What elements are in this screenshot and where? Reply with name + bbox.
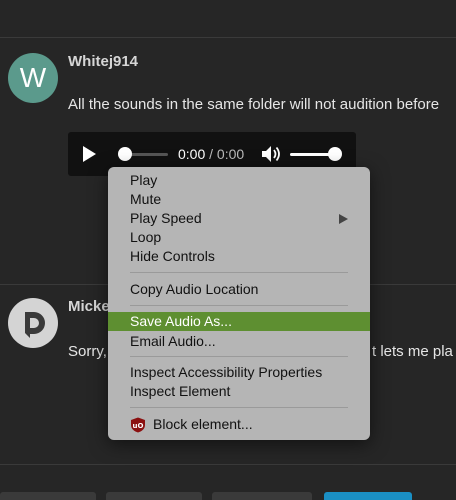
context-menu: Play Mute Play Speed Loop Hide Controls … xyxy=(108,167,370,440)
menu-item-play[interactable]: Play xyxy=(108,171,370,190)
username[interactable]: Micke xyxy=(68,298,110,315)
ublock-shield-icon: uO xyxy=(131,417,145,433)
bottom-button[interactable] xyxy=(212,492,312,500)
menu-item-inspect-accessibility[interactable]: Inspect Accessibility Properties xyxy=(108,363,370,382)
bottom-divider xyxy=(0,464,456,465)
menu-item-hide-controls[interactable]: Hide Controls xyxy=(108,247,370,266)
post-text-trailing: t lets me pla xyxy=(372,343,453,360)
volume-knob[interactable] xyxy=(328,147,342,161)
menu-item-label: Block element... xyxy=(153,416,253,432)
submenu-arrow-icon xyxy=(339,214,348,224)
time-current: 0:00 xyxy=(178,146,206,162)
menu-item-label: Play Speed xyxy=(130,210,202,226)
play-icon[interactable] xyxy=(83,146,96,162)
top-divider xyxy=(0,37,456,38)
menu-item-mute[interactable]: Mute xyxy=(108,190,370,209)
menu-separator xyxy=(130,356,348,357)
menu-item-play-speed[interactable]: Play Speed xyxy=(108,209,370,228)
menu-item-email-audio[interactable]: Email Audio... xyxy=(108,332,370,351)
time-separator: / xyxy=(209,146,214,162)
volume-icon[interactable] xyxy=(261,145,281,163)
post-text: All the sounds in the same folder will n… xyxy=(68,96,440,113)
menu-item-save-audio-as[interactable]: Save Audio As... xyxy=(108,312,370,331)
menu-item-inspect-element[interactable]: Inspect Element xyxy=(108,382,370,401)
time-total: 0:00 xyxy=(216,146,245,162)
menu-item-copy-audio-location[interactable]: Copy Audio Location xyxy=(108,280,370,299)
bottom-button[interactable] xyxy=(106,492,202,500)
avatar-letter: W xyxy=(19,62,47,93)
menu-separator xyxy=(130,305,348,306)
progress-knob[interactable] xyxy=(118,147,132,161)
avatar[interactable]: W xyxy=(8,53,58,103)
post-text: Sorry, xyxy=(68,343,107,360)
bottom-button[interactable] xyxy=(0,492,96,500)
menu-separator xyxy=(130,272,348,273)
svg-text:uO: uO xyxy=(133,422,144,430)
avatar[interactable] xyxy=(8,298,58,348)
reply-button[interactable] xyxy=(324,492,412,500)
menu-item-loop[interactable]: Loop xyxy=(108,228,370,247)
username[interactable]: Whitej914 xyxy=(68,53,138,70)
menu-item-block-element[interactable]: uO Block element... xyxy=(108,415,370,434)
menu-separator xyxy=(130,407,348,408)
time-display: 0:00 / 0:00 xyxy=(178,146,244,162)
discourse-logo-icon xyxy=(25,312,45,338)
